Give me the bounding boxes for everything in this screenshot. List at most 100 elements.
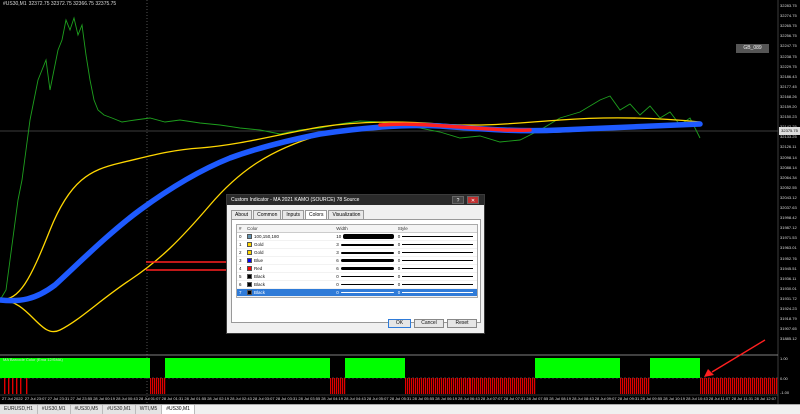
histogram-bar-negative	[766, 378, 768, 394]
color-row[interactable]: 4 Red 6 0	[237, 265, 477, 273]
color-row[interactable]: 0 100,150,180 10 0	[237, 233, 477, 241]
color-cell[interactable]: 100,150,180	[245, 233, 336, 240]
tab-about[interactable]: About	[231, 210, 253, 219]
style-cell[interactable]: 0	[398, 241, 477, 248]
histogram-bar-negative	[522, 378, 524, 394]
chart-tab[interactable]: #US30,M5	[70, 405, 104, 414]
tab-common[interactable]: Common	[253, 210, 282, 219]
width-cell[interactable]: 6	[336, 257, 397, 264]
histogram-bar-negative	[419, 378, 421, 394]
histogram-bar-negative	[431, 378, 433, 394]
histogram-bar-negative	[480, 378, 482, 394]
histogram-bar-negative	[407, 378, 409, 394]
color-row[interactable]: 6 Black 0 0	[237, 281, 477, 289]
style-cell[interactable]: 0	[398, 257, 477, 264]
histogram-bar-negative	[518, 378, 520, 394]
color-cell[interactable]: Blue	[245, 257, 336, 264]
histogram-bar-negative	[708, 378, 710, 394]
histogram-bar-negative	[746, 378, 748, 394]
color-swatch-icon	[246, 234, 252, 239]
price-axis-tick: 31998.42	[780, 215, 797, 221]
histogram-bar-negative	[490, 378, 492, 394]
histogram-bar-negative	[441, 378, 443, 394]
width-cell[interactable]: 10	[336, 233, 397, 240]
cancel-button[interactable]: Cancel	[414, 319, 444, 328]
row-index: 5	[239, 274, 242, 279]
histogram-bar-negative	[532, 378, 534, 394]
color-row[interactable]: 5 Black 0 0	[237, 273, 477, 281]
color-cell[interactable]: Gold	[245, 249, 336, 256]
tab-visualization[interactable]: Visualization	[328, 210, 365, 219]
style-cell[interactable]: 0	[398, 289, 477, 296]
width-preview-line	[340, 292, 394, 293]
width-cell[interactable]: 3	[336, 241, 397, 248]
color-cell[interactable]: Red	[245, 265, 336, 272]
histogram-bar-negative	[474, 378, 476, 394]
histogram-bar-negative	[622, 378, 624, 394]
style-cell[interactable]: 0	[398, 249, 477, 256]
histogram-bar-negative	[463, 378, 465, 394]
reset-button[interactable]: Reset	[447, 319, 477, 328]
row-index: 4	[239, 266, 242, 271]
color-row[interactable]: 1 Gold 3 0	[237, 241, 477, 249]
histogram-bar-negative	[439, 378, 441, 394]
width-cell[interactable]: 0	[336, 273, 397, 280]
style-cell[interactable]: 0	[398, 265, 477, 272]
histogram-bar-negative	[760, 378, 762, 394]
style-cell[interactable]: 0	[398, 273, 477, 280]
width-cell[interactable]: 0	[336, 281, 397, 288]
histogram-bar-negative	[449, 378, 451, 394]
style-cell[interactable]: 0	[398, 233, 477, 240]
style-value: 0	[397, 257, 401, 263]
histogram-bar-negative	[445, 378, 447, 394]
chart-tab[interactable]: WTI,M5	[135, 405, 163, 414]
time-axis-tick: 28 Jul 05:55	[412, 396, 435, 401]
tab-colors[interactable]: Colors	[305, 210, 328, 219]
width-preview-line	[340, 284, 394, 285]
color-name: Blue	[253, 257, 263, 263]
color-swatch-icon	[246, 250, 252, 255]
chart-tab[interactable]: #US30,M1	[103, 405, 136, 414]
color-cell[interactable]: Black	[245, 273, 336, 280]
color-cell[interactable]: Black	[245, 289, 336, 296]
color-cell[interactable]: Black	[245, 281, 336, 288]
chart-tab[interactable]: #US30,M1	[162, 405, 195, 414]
histogram-bar-negative	[512, 378, 514, 394]
style-value: 0	[397, 249, 401, 255]
histogram-bar-negative	[762, 378, 764, 394]
close-button[interactable]: ✕	[467, 196, 479, 204]
histogram-bar-negative	[16, 378, 18, 394]
histogram-bar-negative	[744, 378, 746, 394]
histogram-bar-negative	[722, 378, 724, 394]
width-preview-line	[343, 234, 394, 239]
dialog-title-bar[interactable]: Custom Indicator - MA 2021 KAMO (SOURCE)…	[227, 195, 484, 205]
histogram-bar-negative	[451, 378, 453, 394]
row-index: 1	[239, 242, 242, 247]
color-row[interactable]: 2 Gold 3 0	[237, 249, 477, 257]
style-cell[interactable]: 0	[398, 281, 477, 288]
price-axis-tick: 31971.53	[780, 235, 797, 241]
style-value: 0	[397, 233, 401, 239]
histogram-bar-negative	[336, 378, 338, 394]
histogram-bar-negative	[160, 378, 162, 394]
histogram-bar-negative	[768, 378, 770, 394]
help-button[interactable]: ?	[452, 196, 464, 204]
time-axis-tick: 28 Jul 06:19	[435, 396, 457, 401]
histogram-bar-negative	[738, 378, 740, 394]
chart-tab[interactable]: EURUSD,H1	[0, 405, 38, 414]
price-axis-tick: 31918.79	[780, 316, 797, 322]
color-cell[interactable]: Gold	[245, 241, 336, 248]
color-row[interactable]: 3 Blue 6 0	[237, 257, 477, 265]
width-cell[interactable]: 6	[336, 265, 397, 272]
color-row[interactable]: 7 Black 0 0	[237, 289, 477, 297]
width-cell[interactable]: 0	[336, 289, 397, 296]
histogram-bar-negative	[644, 378, 646, 394]
width-preview-line	[340, 251, 394, 254]
width-value: 10	[336, 233, 342, 239]
chart-tab[interactable]: #US30,M1	[37, 405, 71, 414]
tab-inputs[interactable]: Inputs	[282, 210, 304, 219]
ok-button[interactable]: OK	[388, 319, 411, 328]
ohlc-label: 32372.75 32372.75 32366.75 32375.75	[28, 1, 117, 7]
price-axis-tick: 32126.11	[780, 144, 797, 150]
width-cell[interactable]: 3	[336, 249, 397, 256]
